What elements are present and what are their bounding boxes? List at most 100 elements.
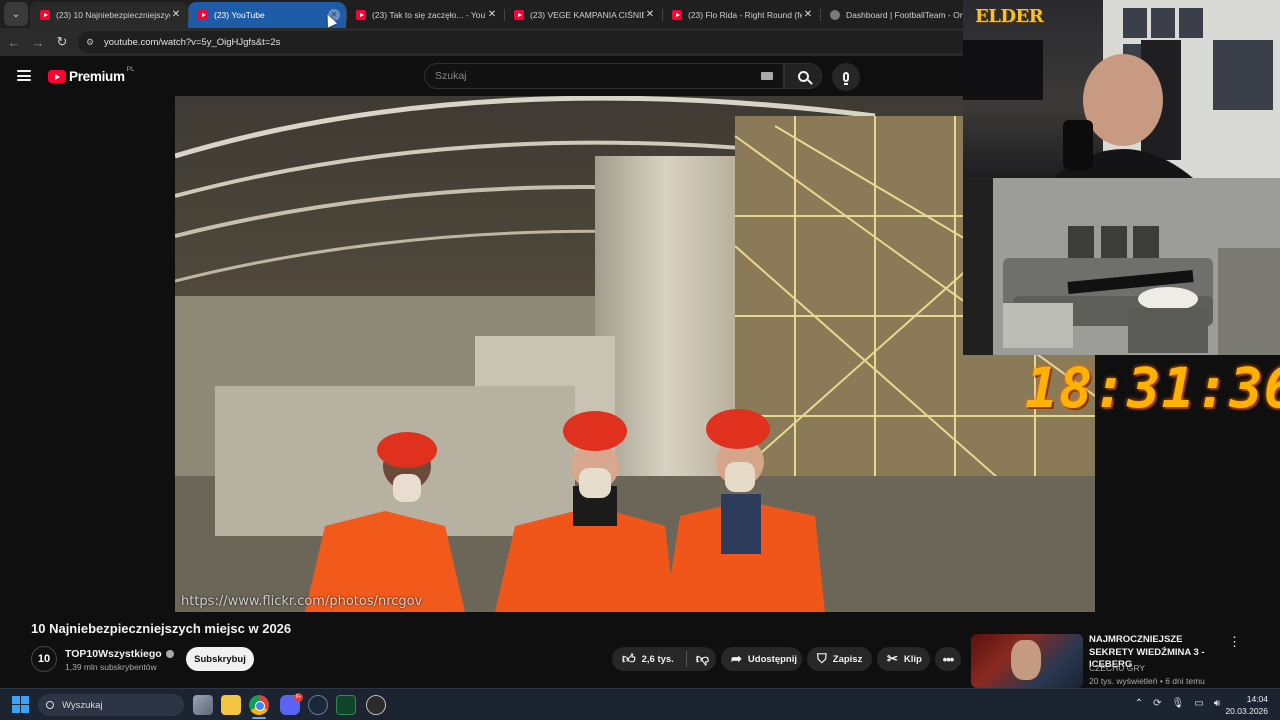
youtube-logo[interactable]: Premium PL [48,66,135,84]
search-input[interactable]: Szukaj [424,63,784,89]
recommended-channel[interactable]: CZECHU GRY [1089,663,1145,673]
tab-title: (23) Flo Rida - Right Round (fea [688,10,802,20]
channel-avatar[interactable]: 10 [31,646,57,672]
channel-logo: ELDER [975,6,1044,27]
browser-tab[interactable]: (23) 10 Najniebezpieczniejszych ✕ [30,2,188,28]
video-title: 10 Najniebezpieczniejszych miejsc w 2026 [31,621,292,636]
chrome-icon[interactable] [249,695,269,715]
active-app-indicator [252,717,266,719]
save-label: Zapisz [832,653,863,665]
subscriber-count: 1,39 mln subskrybentów [65,662,157,672]
thumbs-up-icon[interactable]: 👍︎ [622,651,636,667]
chevron-up-icon[interactable]: ⌃ [1135,698,1143,709]
share-button[interactable]: ➦ Udostępnij [721,647,802,671]
search-icon [797,70,809,82]
video-player[interactable]: https://www.flickr.com/photos/nrcgov [175,96,1095,612]
notification-badge: 9+ [294,693,303,702]
system-tray: ⌃ ⟳ 🎙︎ ▭ 🔊︎ [1125,698,1220,709]
tab-title: (23) Tak to się zaczęło... - YouTu [372,10,486,20]
like-dislike-group: 👍︎ 2,6 tys. 👎︎ [612,647,716,671]
display-icon[interactable]: ▭ [1194,698,1203,709]
file-explorer-icon[interactable] [221,695,241,715]
keyboard-icon[interactable] [761,72,773,80]
sync-icon[interactable]: ⟳ [1153,698,1161,709]
browser-tab[interactable]: Dashboard | FootballTeam - On [820,2,978,28]
recommended-meta: 20 tys. wyświetleń • 6 dni temu [1089,676,1205,686]
youtube-icon [40,10,50,20]
share-icon: ➦ [731,651,742,666]
browser-tab-active[interactable]: (23) YouTube ✕ [188,2,346,28]
tab-title: (23) YouTube [214,10,265,20]
globe-icon [830,10,840,20]
chevron-down-icon: ⌄ [11,8,21,20]
video-frame [175,96,1095,612]
search-icon [46,701,54,709]
browser-tab[interactable]: (23) VEGE KAMPANIA CIŚNIENI ✕ [504,2,662,28]
menu-icon[interactable] [17,70,31,81]
url-field[interactable]: ⚙ youtube.com/watch?v=5y_OigHJgfs&t=2s [78,31,978,53]
more-vertical-icon[interactable]: ⋮ [1228,634,1241,650]
save-button[interactable]: ⛉ Zapisz [807,647,872,671]
url-text: youtube.com/watch?v=5y_OigHJgfs&t=2s [104,36,281,48]
channel-name[interactable]: TOP10Wszystkiego [65,648,174,660]
recommended-thumbnail[interactable] [971,634,1083,688]
streamer-webcam: ELDER [963,0,1280,178]
photo-watermark: https://www.flickr.com/photos/nrcgov [181,594,423,609]
youtube-icon [356,10,366,20]
discord-icon[interactable]: 9+ [280,693,303,715]
bookmark-icon: ⛉ [817,651,827,666]
close-icon[interactable]: ✕ [644,9,656,21]
subscribe-button[interactable]: Subskrybuj [186,647,254,671]
back-arrow-icon[interactable]: ← [4,32,24,52]
site-info-icon[interactable]: ⚙ [86,37,96,47]
youtube-play-icon [48,70,66,83]
youtube-icon [198,10,208,20]
xbox-icon[interactable] [336,695,356,715]
steam-icon[interactable] [308,695,328,715]
search-placeholder: Szukaj [435,70,467,82]
tab-search-button[interactable]: ⌄ [4,2,28,26]
volume-icon[interactable]: 🔊︎ [1214,698,1220,709]
scissors-icon: ✂ [887,651,898,666]
microphone-icon[interactable]: 🎙︎ [1172,698,1185,709]
voice-search-button[interactable] [832,63,860,91]
taskbar-clock[interactable]: 14:04 20.03.2026 [1225,693,1268,717]
close-icon[interactable]: ✕ [802,9,814,21]
reload-icon[interactable]: ↻ [52,32,72,52]
clip-button[interactable]: ✂ Klip [877,647,930,671]
tab-title: (23) VEGE KAMPANIA CIŚNIENI [530,10,644,20]
taskbar-search[interactable]: Wyszukaj [38,694,184,716]
more-actions-button[interactable]: ••• [935,647,961,671]
browser-tab[interactable]: (23) Flo Rida - Right Round (fea ✕ [662,2,820,28]
room-webcam [963,178,1280,355]
more-horizontal-icon: ••• [942,651,955,667]
like-count[interactable]: 2,6 tys. [642,654,674,665]
logo-text: Premium [69,69,125,84]
screen: ⌄ (23) 10 Najniebezpieczniejszych ✕ (23)… [0,0,1280,720]
youtube-icon [672,10,682,20]
divider [685,651,687,667]
close-icon[interactable]: ✕ [170,9,182,21]
taskbar-search-placeholder: Wyszukaj [62,699,103,711]
obs-icon[interactable] [366,695,386,715]
room-frame [963,178,1280,355]
channel-name-text: TOP10Wszystkiego [65,648,162,660]
task-view-icon[interactable] [193,695,213,715]
clock-date: 20.03.2026 [1225,706,1268,716]
thumbs-down-icon[interactable]: 👎︎ [696,651,709,667]
verified-icon [165,650,174,658]
forward-arrow-icon[interactable]: → [28,32,48,52]
close-icon[interactable]: ✕ [486,9,498,21]
thumbnail-figure [1011,640,1041,680]
clip-label: Klip [903,653,922,665]
clock-time: 14:04 [1246,694,1268,704]
share-label: Udostępnij [747,653,797,665]
browser-tab[interactable]: (23) Tak to się zaczęło... - YouTu ✕ [346,2,504,28]
tab-title: Dashboard | FootballTeam - On [846,10,965,20]
search-button[interactable] [784,63,822,89]
stream-clock: 18:31:36 [1025,356,1280,420]
youtube-icon [514,10,524,20]
tab-title: (23) 10 Najniebezpieczniejszych [56,10,170,20]
windows-start-icon[interactable] [12,696,29,713]
windows-taskbar: Wyszukaj 9+ ⌃ ⟳ 🎙︎ ▭ 🔊︎ 14:04 20.03.2026 [0,688,1280,720]
